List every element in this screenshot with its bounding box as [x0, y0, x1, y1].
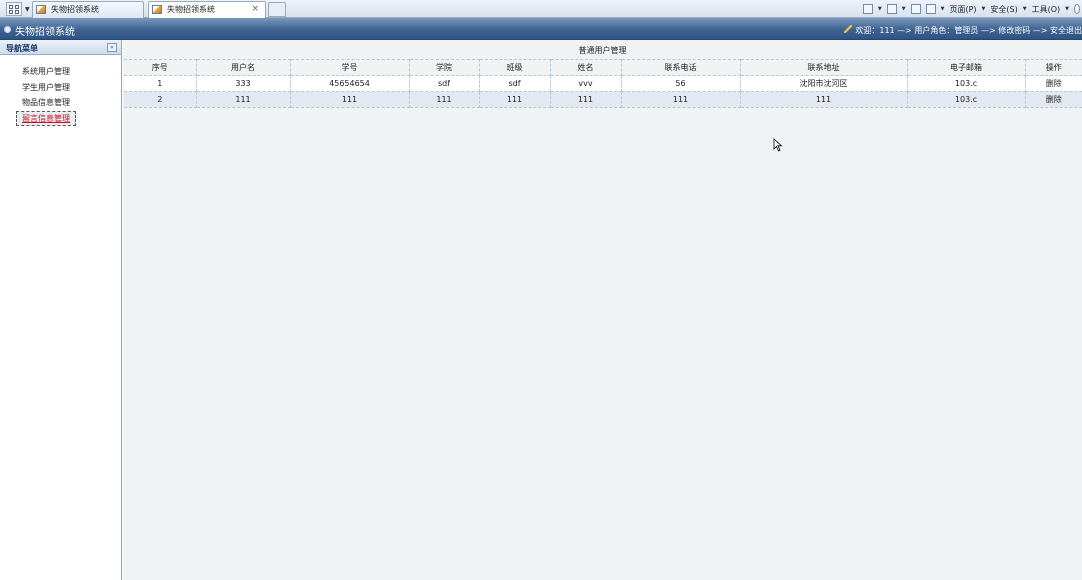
col-header-name: 姓名: [550, 59, 622, 76]
cell-action: 删除: [1025, 75, 1082, 92]
cell-address: 111: [740, 91, 908, 108]
cell-email: 103.c: [907, 75, 1026, 92]
help-icon[interactable]: [1074, 4, 1080, 14]
command-bar: ▼ ▼ ▼ 页面(P) ▼ 安全(S) ▼ 工具(O) ▼: [862, 0, 1082, 18]
collapse-sidebar-icon[interactable]: «: [107, 43, 117, 52]
chevron-down-icon[interactable]: ▼: [982, 6, 986, 12]
sidebar-item-system-users[interactable]: 系统用户管理: [22, 66, 70, 77]
cell-class: 111: [479, 91, 551, 108]
delete-link[interactable]: 删除: [1046, 79, 1062, 88]
browser-tab-label: 失物招领系统: [167, 5, 215, 14]
chevron-down-icon[interactable]: ▼: [1065, 6, 1069, 12]
main-panel: 普通用户管理 序号 用户名 学号 学院 班级 姓名 联系电话 联系地址 电子邮箱…: [123, 40, 1082, 580]
cell-username: 333: [196, 75, 291, 92]
page-favicon-icon: [36, 5, 46, 14]
tools-menu[interactable]: 工具(O): [1032, 4, 1061, 15]
col-header-username: 用户名: [196, 59, 291, 76]
page-favicon-icon: [152, 5, 162, 14]
cell-email: 103.c: [907, 91, 1026, 108]
app-logo-icon: [4, 26, 11, 33]
grid-header-row: 序号 用户名 学号 学院 班级 姓名 联系电话 联系地址 电子邮箱 操作: [124, 59, 1082, 76]
col-header-college: 学院: [409, 59, 480, 76]
user-info-bar: 欢迎：111 —> 用户角色：管理员 —> 修改密码 —> 安全退出: [844, 25, 1082, 36]
cell-username: 111: [196, 91, 291, 108]
key-icon: [844, 25, 853, 33]
cell-name: vvv: [550, 75, 622, 92]
table-row[interactable]: 2 111 111 111 111 111 111 111 103.c 删除: [124, 91, 1082, 108]
cell-address: 沈阳市沈河区: [740, 75, 908, 92]
home-icon[interactable]: [862, 4, 873, 14]
cell-phone: 56: [621, 75, 741, 92]
sidebar-item-message-info[interactable]: 留言信息管理: [16, 111, 76, 126]
grid-title: 普通用户管理: [578, 46, 627, 55]
chevron-down-icon[interactable]: ▼: [878, 6, 882, 12]
user-grid: 序号 用户名 学号 学院 班级 姓名 联系电话 联系地址 电子邮箱 操作 1 3…: [124, 59, 1082, 108]
tab-list-chevron-down-icon[interactable]: ▼: [25, 6, 30, 13]
page-menu[interactable]: 页面(P): [949, 4, 976, 15]
col-header-address: 联系地址: [740, 59, 908, 76]
col-header-student-id: 学号: [290, 59, 410, 76]
feeds-icon[interactable]: [886, 4, 897, 14]
cell-action: 删除: [1025, 91, 1082, 108]
col-header-phone: 联系电话: [621, 59, 741, 76]
sidebar-item-item-info[interactable]: 物品信息管理: [22, 97, 70, 108]
user-info-text[interactable]: 欢迎：111 —> 用户角色：管理员 —> 修改密码 —> 安全退出: [855, 26, 1082, 35]
cell-student-id: 111: [290, 91, 410, 108]
quick-tabs-icon[interactable]: [6, 2, 22, 16]
cell-name: 111: [550, 91, 622, 108]
new-tab-button[interactable]: [268, 2, 286, 17]
table-row[interactable]: 1 333 45654654 sdf sdf vvv 56 沈阳市沈河区 103…: [124, 75, 1082, 92]
sidebar-header: 导航菜单 «: [0, 40, 121, 55]
col-header-class: 班级: [479, 59, 551, 76]
close-tab-icon[interactable]: ×: [251, 2, 259, 17]
sidebar-item-student-users[interactable]: 学生用户管理: [22, 82, 70, 93]
sidebar-title: 导航菜单: [6, 44, 38, 53]
col-header-email: 电子邮箱: [907, 59, 1026, 76]
mail-icon[interactable]: [910, 4, 921, 14]
delete-link[interactable]: 删除: [1046, 95, 1062, 104]
app-title: 失物招领系统: [15, 27, 75, 38]
cell-index: 2: [124, 91, 197, 108]
cell-index: 1: [124, 75, 197, 92]
browser-tab-1[interactable]: 失物招领系统: [32, 1, 144, 18]
browser-tab-label: 失物招领系统: [51, 5, 99, 14]
mouse-pointer-icon: [773, 138, 783, 152]
app-header: 失物招领系统 欢迎：111 —> 用户角色：管理员 —> 修改密码 —> 安全退…: [0, 18, 1082, 40]
col-header-action: 操作: [1025, 59, 1082, 76]
cell-college: sdf: [409, 75, 480, 92]
cell-class: sdf: [479, 75, 551, 92]
cell-student-id: 45654654: [290, 75, 410, 92]
chevron-down-icon[interactable]: ▼: [941, 6, 945, 12]
browser-tab-bar: ▼ 失物招领系统 失物招领系统 × ▼ ▼ ▼ 页面(P) ▼ 安全(S) ▼ 工具…: [0, 0, 1082, 18]
navigation-sidebar: 导航菜单 « 系统用户管理 学生用户管理 物品信息管理 留言信息管理: [0, 40, 122, 580]
browser-tab-2[interactable]: 失物招领系统 ×: [148, 1, 266, 18]
cell-college: 111: [409, 91, 480, 108]
chevron-down-icon[interactable]: ▼: [902, 6, 906, 12]
print-icon[interactable]: [925, 4, 936, 14]
cell-phone: 111: [621, 91, 741, 108]
safety-menu[interactable]: 安全(S): [990, 4, 1017, 15]
col-header-index: 序号: [124, 59, 197, 76]
chevron-down-icon[interactable]: ▼: [1023, 6, 1027, 12]
